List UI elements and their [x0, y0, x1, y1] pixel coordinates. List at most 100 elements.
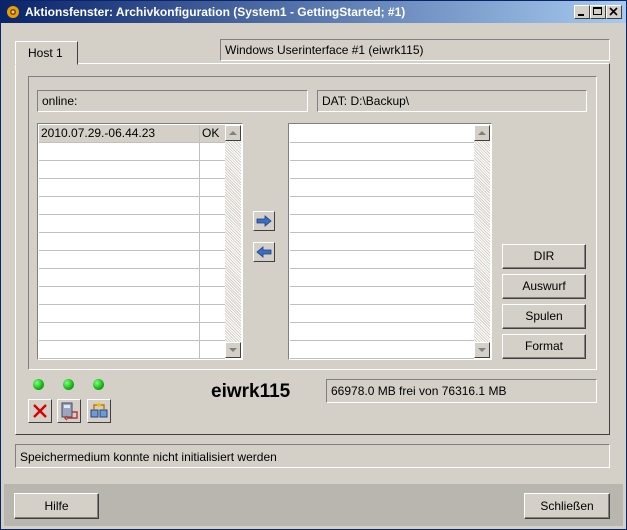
column-separator — [199, 323, 200, 341]
dir-button[interactable]: DIR — [502, 244, 586, 269]
disk-info-text: 66978.0 MB frei von 76316.1 MB — [331, 384, 507, 398]
column-separator — [199, 143, 200, 161]
column-separator — [199, 305, 200, 323]
window-title: Aktionsfenster: Archivkonfiguration (Sys… — [25, 5, 406, 19]
minimize-icon — [578, 14, 584, 16]
empty-row[interactable] — [290, 269, 474, 287]
tab-label: Host 1 — [28, 46, 63, 60]
column-separator — [199, 179, 200, 197]
column-separator — [199, 287, 200, 305]
move-right-button[interactable] — [253, 211, 275, 231]
column-separator — [199, 215, 200, 233]
column-separator — [199, 233, 200, 251]
archive-name-cell: 2010.07.29.-06.44.23 — [41, 126, 156, 140]
close-label: Schließen — [540, 499, 594, 513]
rewind-label: Spulen — [525, 309, 563, 323]
empty-row[interactable] — [39, 143, 225, 161]
scroll-up-button[interactable] — [474, 125, 490, 141]
table-row[interactable]: 2010.07.29.-06.44.23 OK — [39, 125, 225, 143]
network-button[interactable] — [87, 399, 111, 423]
arrow-down-icon — [478, 348, 486, 352]
dir-label: DIR — [533, 249, 555, 263]
user-interface-text: Windows Userinterface #1 (eiwrk115) — [225, 43, 424, 57]
help-button[interactable]: Hilfe — [14, 493, 99, 519]
arrow-left-icon — [256, 246, 272, 258]
archive-target-list[interactable] — [288, 123, 492, 360]
empty-row[interactable] — [290, 251, 474, 269]
eject-label: Auswurf — [522, 279, 566, 293]
archive-status-cell: OK — [202, 126, 220, 140]
help-label: Hilfe — [44, 499, 69, 513]
arrow-up-icon — [229, 131, 237, 135]
eject-button[interactable]: Auswurf — [502, 274, 586, 299]
empty-row[interactable] — [290, 215, 474, 233]
minimize-button[interactable] — [574, 5, 590, 19]
status-message-bar: Speichermedium konnte nicht initialisier… — [15, 444, 610, 468]
user-interface-label: Windows Userinterface #1 (eiwrk115) — [220, 39, 610, 61]
empty-row[interactable] — [290, 197, 474, 215]
format-button[interactable]: Format — [502, 334, 586, 359]
empty-row[interactable] — [39, 197, 225, 215]
column-separator — [199, 251, 200, 269]
delete-button[interactable] — [28, 399, 52, 423]
empty-row[interactable] — [290, 125, 474, 143]
hostname-label: eiwrk115 — [211, 381, 291, 402]
arrow-up-icon — [478, 131, 486, 135]
rewind-button[interactable]: Spulen — [502, 304, 586, 329]
column-separator — [199, 161, 200, 179]
arrow-down-icon — [229, 348, 237, 352]
online-status-text: online: — [42, 94, 78, 108]
empty-row[interactable] — [39, 251, 225, 269]
online-status-field: online: — [37, 90, 308, 112]
column-separator — [199, 269, 200, 287]
empty-row[interactable] — [39, 179, 225, 197]
empty-row[interactable] — [290, 143, 474, 161]
move-left-button[interactable] — [253, 242, 275, 262]
tab-host-1[interactable]: Host 1 — [15, 41, 78, 65]
close-window-button[interactable] — [606, 5, 622, 19]
empty-row[interactable] — [290, 233, 474, 251]
dat-path-field: DAT: D:\Backup\ — [317, 90, 587, 112]
close-button[interactable]: Schließen — [524, 493, 610, 519]
archive-config-window: Aktionsfenster: Archivkonfiguration (Sys… — [0, 0, 627, 530]
led-green-icon — [33, 379, 44, 390]
led-green-icon — [93, 379, 104, 390]
title-bar[interactable]: Aktionsfenster: Archivkonfiguration (Sys… — [1, 1, 626, 23]
close-icon — [609, 7, 618, 16]
led-green-icon — [63, 379, 74, 390]
archive-icon — [61, 402, 78, 421]
empty-row[interactable] — [290, 179, 474, 197]
scroll-down-button[interactable] — [474, 342, 490, 358]
delete-icon — [33, 404, 47, 418]
archive-button[interactable] — [57, 399, 81, 423]
empty-row[interactable] — [39, 215, 225, 233]
empty-row[interactable] — [39, 305, 225, 323]
empty-row[interactable] — [39, 323, 225, 341]
maximize-button[interactable] — [590, 5, 606, 19]
maximize-icon — [593, 7, 602, 15]
app-gear-icon — [7, 6, 19, 18]
empty-row[interactable] — [39, 233, 225, 251]
arrow-right-icon — [256, 215, 272, 227]
empty-row[interactable] — [39, 161, 225, 179]
empty-row[interactable] — [39, 341, 225, 359]
column-separator — [199, 341, 200, 359]
empty-row[interactable] — [290, 341, 474, 359]
scroll-up-button[interactable] — [225, 125, 241, 141]
empty-row[interactable] — [39, 269, 225, 287]
empty-row[interactable] — [290, 323, 474, 341]
format-label: Format — [524, 339, 563, 353]
column-separator — [199, 197, 200, 215]
scroll-down-button[interactable] — [225, 342, 241, 358]
empty-row[interactable] — [290, 305, 474, 323]
network-icon — [90, 403, 108, 418]
empty-row[interactable] — [290, 161, 474, 179]
dat-path-text: DAT: D:\Backup\ — [322, 94, 410, 108]
disk-info-field: 66978.0 MB frei von 76316.1 MB — [326, 379, 597, 403]
target-list-scrollbar[interactable] — [474, 125, 490, 358]
archive-source-list[interactable]: 2010.07.29.-06.44.23 OK — [37, 123, 243, 360]
empty-row[interactable] — [290, 287, 474, 305]
status-message-text: Speichermedium konnte nicht initialisier… — [20, 450, 277, 464]
empty-row[interactable] — [39, 287, 225, 305]
source-list-scrollbar[interactable] — [225, 125, 241, 358]
